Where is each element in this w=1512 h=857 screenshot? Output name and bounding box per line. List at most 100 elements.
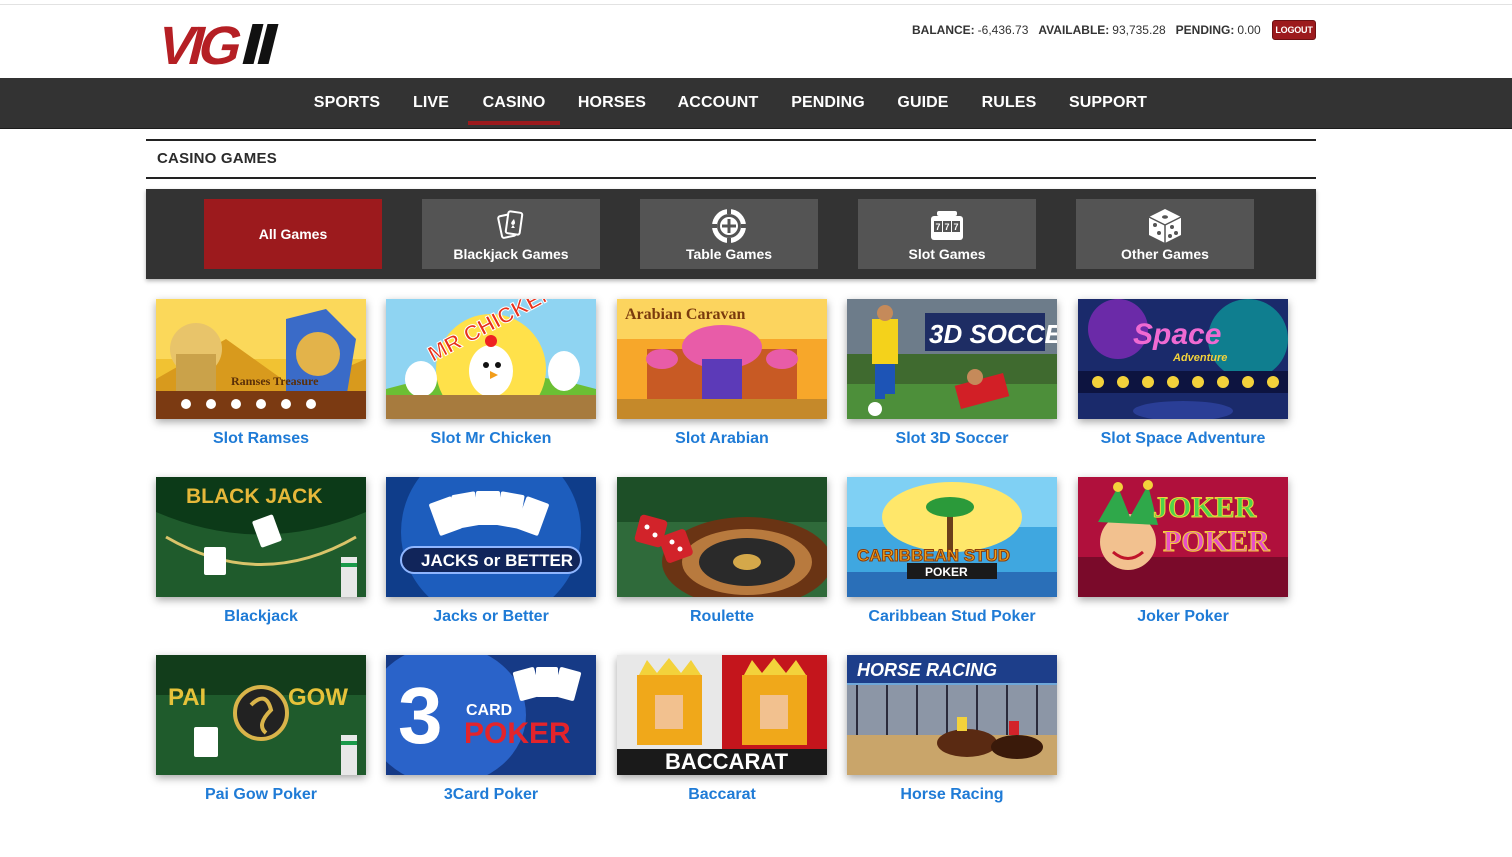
dice-icon <box>1145 207 1185 245</box>
main-nav: SPORTS LIVE CASINO HORSES ACCOUNT PENDING GUID… <box>0 78 1512 129</box>
game-title-link[interactable]: Baccarat <box>617 786 827 804</box>
game-title-link[interactable]: Caribbean Stud Poker <box>847 608 1057 626</box>
game-card-roulette[interactable]: Roulette <box>617 477 827 626</box>
nav-item-support[interactable]: SUPPORT <box>1053 78 1163 128</box>
game-thumbnail[interactable]: Ramses Treasure <box>156 299 366 419</box>
game-artwork: JOKERPOKER <box>1078 477 1288 597</box>
svg-text:7: 7 <box>935 222 940 232</box>
game-thumbnail[interactable]: BACCARAT <box>617 655 827 775</box>
available-value: 93,735.28 <box>1112 23 1166 37</box>
game-title-link[interactable]: 3Card Poker <box>386 786 596 804</box>
balance-group: BALANCE: -6,436.73 <box>912 23 1028 37</box>
game-thumbnail[interactable]: CARIBBEAN STUD POKER <box>847 477 1057 597</box>
svg-text:POKER: POKER <box>464 717 571 750</box>
game-card-blackjack[interactable]: BLACK JACK Blackjack <box>156 477 366 626</box>
available-group: AVAILABLE: 93,735.28 <box>1038 23 1165 37</box>
filter-table-games[interactable]: Table Games <box>640 199 818 269</box>
section-header: CASINO GAMES <box>146 139 1316 179</box>
svg-text:POKER: POKER <box>1163 525 1270 558</box>
game-card-joker-poker[interactable]: JOKER POKER Joker Poker <box>1078 477 1288 626</box>
game-thumbnail[interactable]: MR CHICKEN <box>386 299 596 419</box>
top-divider <box>0 4 1512 5</box>
svg-text:CARIBBEAN STUD: CARIBBEAN STUD <box>857 546 1010 565</box>
game-card-slot-3d-soccer[interactable]: 3D SOCCER Slot 3D Soccer <box>847 299 1057 448</box>
game-artwork: BACCARAT <box>617 655 827 775</box>
svg-text:7: 7 <box>944 222 949 232</box>
game-title-link[interactable]: Slot 3D Soccer <box>847 430 1057 448</box>
cards-icon <box>491 207 531 245</box>
page-title: CASINO GAMES <box>157 150 277 167</box>
game-artwork: MR CHICKEN <box>386 299 596 419</box>
nav-item-casino[interactable]: CASINO <box>468 78 560 128</box>
game-card-caribbean-stud-poker[interactable]: CARIBBEAN STUD POKER Caribbean Stud Poker <box>847 477 1057 626</box>
game-thumbnail[interactable]: PAI GOW <box>156 655 366 775</box>
game-thumbnail[interactable]: BLACK JACK <box>156 477 366 597</box>
game-artwork: PAI GOW <box>156 655 366 775</box>
svg-text:3: 3 <box>398 671 443 760</box>
balance-value: -6,436.73 <box>977 23 1029 37</box>
game-card-jacks-or-better[interactable]: JACKS or BETTER Jacks or Better <box>386 477 596 626</box>
svg-text:JOKER: JOKER <box>1153 491 1257 524</box>
game-title-link[interactable]: Slot Arabian <box>617 430 827 448</box>
game-title-link[interactable]: Slot Ramses <box>156 430 366 448</box>
filter-all-games[interactable]: All Games <box>204 199 382 269</box>
svg-text:VIG: VIG <box>152 18 248 68</box>
game-title-link[interactable]: Blackjack <box>156 608 366 626</box>
game-title-link[interactable]: Horse Racing <box>847 786 1057 804</box>
game-title-link[interactable]: Slot Mr Chicken <box>386 430 596 448</box>
svg-text:Adventure: Adventure <box>1172 352 1227 364</box>
site-logo[interactable]: VIG <box>150 15 300 76</box>
game-thumbnail[interactable]: Arabian Caravan <box>617 299 827 419</box>
nav-item-pending[interactable]: PENDING <box>775 78 881 128</box>
balance-label: BALANCE: <box>912 23 975 37</box>
svg-text:Ramses Treasure: Ramses Treasure <box>231 374 319 388</box>
game-artwork: BLACK JACK <box>156 477 366 597</box>
game-thumbnail[interactable]: 3 CARD POKER <box>386 655 596 775</box>
game-artwork: CARIBBEAN STUDPOKER <box>847 477 1057 597</box>
nav-item-rules[interactable]: RULES <box>966 78 1052 128</box>
game-title-link[interactable]: Slot Space Adventure <box>1078 430 1288 448</box>
filter-other-games[interactable]: Other Games <box>1076 199 1254 269</box>
game-thumbnail[interactable]: HORSE RACING <box>847 655 1057 775</box>
game-filter-bar: All Games Blackjack Games Table Games 7 … <box>146 189 1316 279</box>
filter-label: All Games <box>258 226 328 242</box>
svg-text:HORSE RACING: HORSE RACING <box>857 660 997 680</box>
pending-value: 0.00 <box>1237 23 1261 37</box>
game-title-link[interactable]: Pai Gow Poker <box>156 786 366 804</box>
game-thumbnail[interactable]: 3D SOCCER <box>847 299 1057 419</box>
svg-text:JACKS or BETTER: JACKS or BETTER <box>421 551 573 570</box>
filter-label: Table Games <box>685 246 773 262</box>
game-card-slot-ramses[interactable]: Ramses Treasure Slot Ramses <box>156 299 366 448</box>
game-artwork: Arabian Caravan <box>617 299 827 419</box>
pending-group: PENDING: 0.00 <box>1176 23 1261 37</box>
nav-item-horses[interactable]: HORSES <box>563 78 661 128</box>
svg-text:PAI: PAI <box>168 684 206 711</box>
game-card-baccarat[interactable]: BACCARAT Baccarat <box>617 655 827 804</box>
game-title-link[interactable]: Joker Poker <box>1078 608 1288 626</box>
game-card-pai-gow-poker[interactable]: PAI GOW Pai Gow Poker <box>156 655 366 804</box>
game-card-slot-space-adventure[interactable]: Space Adventure Slot Space Adventure <box>1078 299 1288 448</box>
game-thumbnail[interactable] <box>617 477 827 597</box>
nav-item-sports[interactable]: SPORTS <box>298 78 396 128</box>
game-thumbnail[interactable]: JOKER POKER <box>1078 477 1288 597</box>
logout-button[interactable]: LOGOUT <box>1272 20 1316 40</box>
svg-text:3D SOCCER: 3D SOCCER <box>929 319 1057 349</box>
game-card-slot-mr-chicken[interactable]: MR CHICKEN Slot Mr Chicken <box>386 299 596 448</box>
game-thumbnail[interactable]: Space Adventure <box>1078 299 1288 419</box>
nav-item-guide[interactable]: GUIDE <box>880 78 966 128</box>
svg-text:BLACK JACK: BLACK JACK <box>186 485 323 508</box>
game-artwork <box>617 477 827 597</box>
game-card-slot-arabian[interactable]: Arabian Caravan Slot Arabian <box>617 299 827 448</box>
svg-text:Space: Space <box>1133 318 1221 351</box>
game-card-3card-poker[interactable]: 3 CARD POKER 3Card Poker <box>386 655 596 804</box>
nav-item-live[interactable]: LIVE <box>397 78 465 128</box>
game-card-horse-racing[interactable]: HORSE RACING Horse Racing <box>847 655 1057 804</box>
game-thumbnail[interactable]: JACKS or BETTER <box>386 477 596 597</box>
filter-slot-games[interactable]: 7 7 7 Slot Games <box>858 199 1036 269</box>
game-title-link[interactable]: Jacks or Better <box>386 608 596 626</box>
game-title-link[interactable]: Roulette <box>617 608 827 626</box>
filter-blackjack-games[interactable]: Blackjack Games <box>422 199 600 269</box>
svg-text:Arabian Caravan: Arabian Caravan <box>625 306 746 323</box>
nav-item-account[interactable]: ACCOUNT <box>662 78 774 128</box>
filter-label: Other Games <box>1121 246 1209 262</box>
